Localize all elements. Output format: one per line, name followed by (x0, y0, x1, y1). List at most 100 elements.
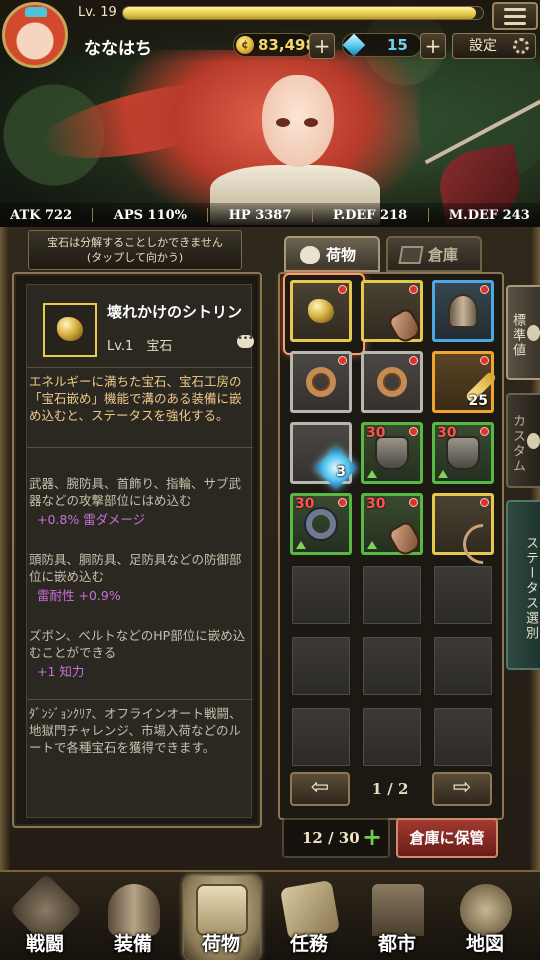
diamond-icon (342, 33, 366, 57)
item-level-tag: 30 (437, 425, 457, 441)
side-tab-standard[interactable]: 標準値 (506, 285, 540, 380)
inventory-slot[interactable] (361, 280, 424, 346)
stat-pdef: P.DEF 218 (332, 207, 408, 223)
side-tab-custom[interactable]: カスタム (506, 393, 540, 488)
chat-bubble-icon[interactable]: ••• (237, 335, 254, 348)
empty-slot[interactable] (432, 706, 494, 768)
ring-icon (306, 509, 336, 539)
inventory-slot[interactable] (361, 351, 423, 413)
refresh-icon (527, 324, 540, 341)
divider (27, 699, 253, 700)
expand-capacity-button[interactable]: + (362, 825, 382, 849)
tab-warehouse-label: 倉庫 (428, 245, 459, 264)
xp-bar-fill (123, 7, 476, 19)
ring-icon (377, 367, 407, 397)
add-gems-button[interactable]: + (420, 33, 446, 59)
settings-label: 設定 (469, 38, 497, 54)
nav-equipment[interactable]: 装備 (90, 872, 176, 960)
new-item-badge (480, 356, 489, 365)
new-item-badge (338, 356, 347, 365)
inventory-slot[interactable]: 30 (290, 493, 352, 555)
armor-icon (446, 436, 480, 470)
inventory-slot[interactable] (432, 493, 512, 573)
item-detail-content[interactable]: 壊れかけのシトリン Lv.1 宝石 ••• エネルギーに満ちた宝石、宝石工房の「… (26, 284, 254, 818)
page-indicator: 1 / 2 (371, 780, 409, 798)
divider (27, 367, 253, 368)
inventory-slot[interactable] (290, 351, 352, 413)
warehouse-icon (398, 246, 424, 264)
inventory-slot[interactable] (290, 280, 352, 342)
armor-slot-text: 頭防具、胴防具、足防具などの防御部位に嵌め込む (29, 552, 242, 584)
app-screen: { "header": { "level_label": "Lv. 19", "… (0, 0, 540, 960)
crown-icon (25, 7, 47, 17)
gauntlet-icon (386, 519, 424, 559)
side-tab-custom-label: カスタム (510, 413, 525, 474)
inventory-slot[interactable]: 30 (361, 422, 423, 484)
empty-slot[interactable] (361, 635, 423, 697)
item-quantity: 25 (468, 393, 488, 409)
armor-slot-effect: 雷耐性 +0.9% (37, 588, 121, 603)
ring-icon (306, 367, 336, 397)
nav-battle-label: 戦闘 (25, 933, 64, 955)
nav-baggage[interactable]: 荷物 (178, 872, 264, 960)
stat-mdef: M.DEF 243 (448, 207, 530, 223)
empty-slot[interactable] (361, 564, 423, 626)
new-item-badge (480, 427, 489, 436)
gem-icon (308, 299, 334, 323)
item-quantity: 3 (336, 464, 346, 480)
prev-page-button[interactable]: ⇦ (290, 772, 350, 806)
empty-slot[interactable] (361, 706, 423, 768)
inventory-slot[interactable]: 30 (361, 493, 424, 559)
nav-quests[interactable]: 任務 (266, 872, 352, 960)
item-description: エネルギーに満ちた宝石、宝石工房の「宝石嵌め」機能で溝のある装備に嵌め込むと、ス… (29, 374, 242, 423)
capacity-display: 12 / 30 + (282, 818, 390, 858)
gold-display: ¢ 83,498 (233, 33, 316, 57)
helmet-icon (448, 294, 478, 328)
gauntlet-icon (386, 306, 424, 346)
weapon-slot-text: 武器、腕防具、首飾り、指輪、サブ武器などの攻撃部位にはめ込む (29, 476, 242, 508)
stat-hp: HP 3387 (228, 207, 292, 223)
new-item-badge (409, 285, 418, 294)
armor-icon (375, 436, 409, 470)
tab-warehouse[interactable]: 倉庫 (386, 236, 482, 272)
inventory-slot[interactable]: 25 (432, 351, 498, 413)
gem-amount: 15 (387, 36, 408, 54)
nav-map-label: 地図 (465, 933, 504, 955)
capacity-count: 12 / 30 (302, 829, 360, 847)
upgrade-arrow-icon (367, 541, 377, 549)
gear-icon (527, 432, 540, 449)
main-menu-button[interactable] (492, 2, 538, 30)
add-gold-button[interactable]: + (309, 33, 335, 59)
hero-eye-left (276, 118, 290, 127)
empty-slot[interactable] (290, 635, 352, 697)
side-tab-status-filter[interactable]: ステータス選別 (506, 500, 540, 670)
stats-bar: ATK 722 APS 110% HP 3387 P.DEF 218 M.DEF… (0, 203, 540, 227)
inventory-slot[interactable] (432, 280, 494, 342)
item-level-tag: 30 (295, 496, 315, 512)
empty-slot[interactable] (432, 564, 494, 626)
tooltip-line1: 宝石は分解することしかできません (47, 236, 223, 249)
new-item-badge (409, 498, 418, 507)
side-tab-status-label: ステータス選別 (523, 535, 538, 641)
selected-item-icon (43, 303, 97, 357)
gem-source-text: ﾀﾞﾝｼﾞｮﾝｸﾘｱ、オフラインオート戦闘、地獄門チャレンジ、市場入荷などのルー… (29, 706, 242, 755)
inventory-slot[interactable]: 30 (432, 422, 494, 484)
nav-city[interactable]: 都市 (354, 872, 440, 960)
upgrade-arrow-icon (296, 541, 306, 549)
player-level: Lv. 19 (78, 5, 117, 20)
tab-baggage[interactable]: 荷物 (284, 236, 380, 272)
gem-hint-tooltip[interactable]: 宝石は分解することしかできません (タップして向かう) (28, 230, 242, 270)
tab-baggage-label: 荷物 (326, 245, 357, 264)
nav-map[interactable]: 地図 (442, 872, 528, 960)
empty-slot[interactable] (290, 564, 352, 626)
gold-amount: 83,498 (258, 36, 316, 54)
nav-battle[interactable]: 戦闘 (2, 872, 88, 960)
player-avatar[interactable] (2, 2, 68, 68)
next-page-button[interactable]: ⇨ (432, 772, 492, 806)
stat-aps: APS 110% (113, 207, 188, 223)
inventory-slot[interactable]: 3 (290, 422, 358, 490)
store-in-warehouse-button[interactable]: 倉庫に保管 (396, 818, 498, 858)
empty-slot[interactable] (432, 635, 494, 697)
empty-slot[interactable] (290, 706, 352, 768)
settings-button[interactable]: 設定 (452, 33, 536, 59)
